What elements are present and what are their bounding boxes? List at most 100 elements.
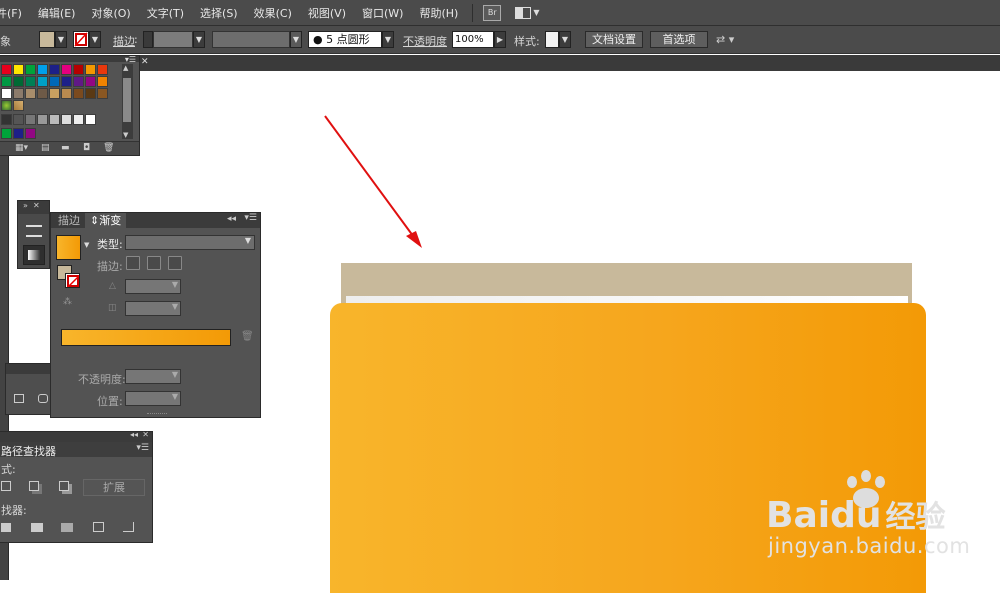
rect-icon[interactable]: [14, 394, 24, 403]
swatch[interactable]: [37, 76, 48, 87]
stroke-across-button[interactable]: [168, 256, 182, 270]
unite-button[interactable]: [1, 481, 11, 491]
stroke-within-button[interactable]: [126, 256, 140, 270]
gray-swatch[interactable]: [37, 114, 48, 125]
swatch[interactable]: [85, 64, 96, 75]
swatch[interactable]: [49, 64, 60, 75]
swatch[interactable]: [25, 64, 36, 75]
type-select[interactable]: ▼: [125, 235, 255, 250]
swatch-options-icon[interactable]: ▤: [41, 143, 50, 153]
gradient-slider[interactable]: [61, 329, 231, 346]
gray-swatch[interactable]: [61, 114, 72, 125]
intersect-button[interactable]: [59, 481, 69, 491]
gradient-panel: 描边 ⇕渐变 ◂◂ ▾☰ ▼ ⁂ 类型: ▼ 描边: △ ▼ ◫ ▼ 🗑 不透明…: [50, 212, 261, 418]
tab-stroke[interactable]: 描边: [53, 213, 85, 228]
swatch[interactable]: [73, 76, 84, 87]
pathfinder-panel: ◂◂ ✕ 路径查找器 ▾☰ 式: 扩展 找器:: [0, 430, 153, 543]
swatch[interactable]: [1, 88, 12, 99]
swatch[interactable]: [73, 88, 84, 99]
color-group-swatch[interactable]: [1, 128, 12, 139]
shape-modes-label: 式:: [1, 463, 16, 476]
scroll-down-icon[interactable]: ▼: [123, 131, 128, 139]
panel-collapse-icon[interactable]: ◂◂: [227, 214, 236, 224]
pattern-swatch[interactable]: [13, 100, 24, 111]
stroke-along-button[interactable]: [147, 256, 161, 270]
swatch[interactable]: [61, 88, 72, 99]
location-label-text: 位置: [97, 395, 119, 408]
pathfinders-label: 找器:: [1, 504, 27, 517]
library-menu-icon[interactable]: ▦▾: [15, 143, 28, 153]
swatch[interactable]: [73, 64, 84, 75]
baidu-logo-text: Baidu 经验: [766, 492, 945, 536]
new-group-icon[interactable]: ▬: [61, 143, 70, 153]
panel-resize-grip[interactable]: [147, 413, 167, 416]
gradient-swatch[interactable]: [56, 235, 81, 260]
swatch[interactable]: [13, 64, 24, 75]
swatches-scrollbar[interactable]: ▲ ▼: [122, 64, 133, 139]
swatch[interactable]: [97, 64, 108, 75]
fill-stroke-proxy[interactable]: [57, 265, 81, 289]
divide-button[interactable]: [1, 523, 11, 532]
rounded-rect-icon[interactable]: [38, 394, 48, 403]
panel-menu-icon[interactable]: ▾☰: [244, 213, 257, 223]
panel-menu-icon[interactable]: ▾☰: [136, 443, 149, 453]
swatch[interactable]: [13, 76, 24, 87]
delete-stop-icon[interactable]: 🗑: [241, 331, 254, 342]
pathfinder-tab-row: 路径查找器 ▾☰: [0, 442, 152, 459]
panel-collapse-icon[interactable]: ◂◂: [130, 430, 138, 439]
opacity-label-text: 不透明度: [78, 373, 122, 386]
gradient-swatch-dropdown[interactable]: ▼: [84, 241, 89, 249]
scroll-thumb[interactable]: [123, 78, 131, 122]
pattern-swatch[interactable]: [1, 100, 12, 111]
scroll-up-icon[interactable]: ▲: [123, 64, 128, 72]
swatch[interactable]: [1, 64, 12, 75]
swatches-close-icon[interactable]: ✕: [141, 57, 149, 67]
color-group-swatch[interactable]: [25, 128, 36, 139]
tab-pathfinder[interactable]: 路径查找器: [1, 443, 56, 459]
gray-swatch[interactable]: [1, 114, 12, 125]
swatches-menu-icon[interactable]: ▾☰: [125, 55, 136, 64]
tab-gradient[interactable]: ⇕渐变: [85, 213, 127, 228]
merge-button[interactable]: [61, 523, 73, 532]
gray-swatch[interactable]: [85, 114, 96, 125]
swatch[interactable]: [85, 76, 96, 87]
swatch[interactable]: [49, 88, 60, 99]
aspect-ratio-icon: ◫: [108, 303, 117, 313]
angle-input[interactable]: ▼: [125, 279, 181, 294]
aspect-ratio-input[interactable]: ▼: [125, 301, 181, 316]
gray-swatch[interactable]: [13, 114, 24, 125]
swatch[interactable]: [37, 88, 48, 99]
gray-swatch[interactable]: [73, 114, 84, 125]
swatch[interactable]: [85, 88, 96, 99]
swatch[interactable]: [97, 76, 108, 87]
collapsed-panel-dock: » ✕: [17, 200, 50, 269]
delete-icon[interactable]: 🗑: [103, 143, 114, 153]
swatches-panel-header: [0, 56, 139, 62]
swatch[interactable]: [1, 76, 12, 87]
color-group-swatch[interactable]: [13, 128, 24, 139]
expand-button[interactable]: 扩展: [83, 479, 145, 496]
outline-button[interactable]: [123, 522, 134, 532]
swatch[interactable]: [25, 88, 36, 99]
swatch[interactable]: [49, 76, 60, 87]
minus-front-button[interactable]: [29, 481, 39, 491]
swatches-footer: ▦▾ ▤ ▬ ◘ 🗑: [0, 141, 139, 155]
location-input[interactable]: ▼: [125, 391, 181, 406]
baidu-jingyan-watermark: Baidu 经验 jingyan.baidu.com: [766, 470, 998, 560]
gray-swatch[interactable]: [49, 114, 60, 125]
swatch[interactable]: [13, 88, 24, 99]
gray-swatch[interactable]: [25, 114, 36, 125]
swatch[interactable]: [61, 76, 72, 87]
new-swatch-icon[interactable]: ◘: [83, 143, 90, 153]
reverse-gradient-icon[interactable]: ⁂: [63, 297, 72, 307]
panel-close-icon[interactable]: ✕: [142, 430, 149, 439]
crop-button[interactable]: [93, 522, 104, 532]
trim-button[interactable]: [31, 523, 43, 532]
stroke-panel-icon[interactable]: [26, 225, 42, 237]
swatch[interactable]: [37, 64, 48, 75]
swatch[interactable]: [61, 64, 72, 75]
swatch[interactable]: [97, 88, 108, 99]
swatch[interactable]: [25, 76, 36, 87]
opacity-input[interactable]: ▼: [125, 369, 181, 384]
gradient-panel-icon[interactable]: [23, 245, 45, 265]
